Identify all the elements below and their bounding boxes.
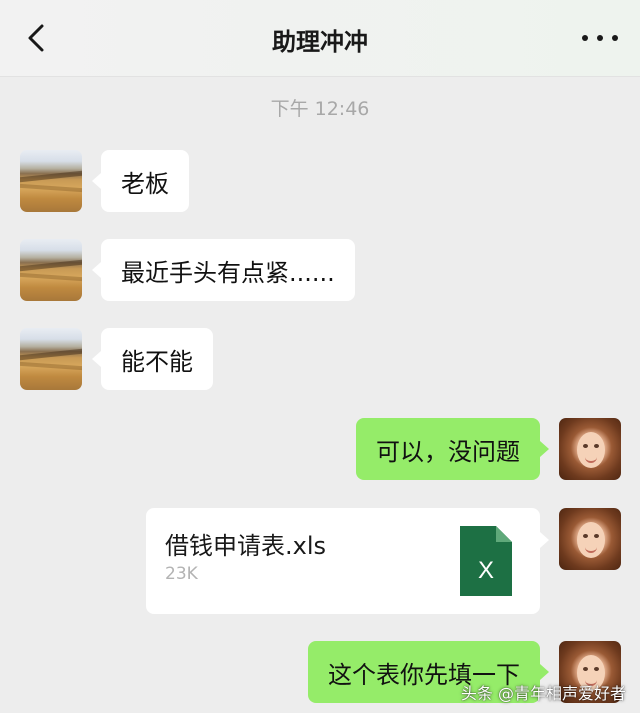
contact-avatar[interactable] [20, 150, 82, 212]
user-avatar[interactable] [559, 418, 621, 480]
message-bubble-received[interactable]: 老板 [92, 150, 189, 212]
watermark: 头条 @青年相声爱好者 [460, 684, 626, 703]
chat-header: 助理冲冲 [0, 0, 640, 77]
file-size: 23K [165, 564, 198, 584]
file-message-card[interactable]: 借钱申请表.xls 23K X [146, 508, 549, 614]
file-name: 借钱申请表.xls [165, 532, 327, 560]
contact-avatar[interactable] [20, 239, 82, 301]
message-bubble-received[interactable]: 最近手头有点紧...... [92, 239, 355, 301]
chat-title: 助理冲冲 [272, 28, 368, 56]
more-dots-icon [582, 35, 588, 41]
more-options-button[interactable] [582, 28, 618, 48]
excel-file-icon: X [460, 526, 512, 596]
chat-screen: 助理冲冲 下午 12:46 老板 最近手头有点紧...... 能不能 可以，没问… [0, 0, 640, 713]
message-bubble-sent[interactable]: 可以，没问题 [356, 418, 549, 480]
excel-file-icon-letter: X [478, 557, 494, 584]
message-bubble-received[interactable]: 能不能 [92, 328, 213, 390]
message-timestamp: 下午 12:46 [270, 98, 370, 120]
user-avatar[interactable] [559, 508, 621, 570]
contact-avatar[interactable] [20, 328, 82, 390]
